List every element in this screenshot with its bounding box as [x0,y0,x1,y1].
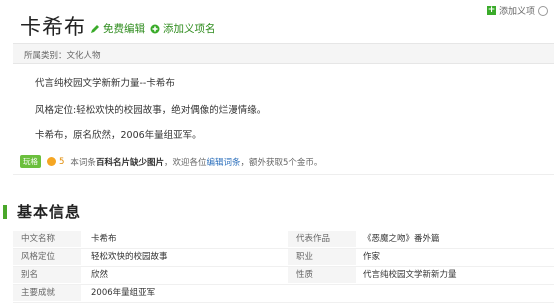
info-value: 代言纯校园文学新新力量 [363,270,457,280]
notice-text-before: 本词条 [70,157,96,168]
info-value: 《恶魔之吻》番外篇 [363,234,440,244]
info-row: 别名 欣然 性质 代言纯校园文学新新力量 [13,267,554,285]
section-title: 基本信息 [17,203,82,221]
intro-paragraph-3: 卡希布，原名欣然，2006年量组亚军。 [35,130,202,141]
edit-entry-link[interactable]: 编辑词条 [206,156,240,168]
intro-paragraph-2: 风格定位:轻松欢快的校园故事，绝对偶像的烂漫情缘。 [35,105,267,116]
intro-paragraph-1: 代言纯校园文学新新力量--卡希布 [35,78,175,89]
notice-text-after: ，额外获取5个金币。 [240,157,323,168]
notice-bold-text: 百科名片缺少图片 [95,157,164,168]
category-text: 所属类别：文化人物 [24,51,101,61]
info-row: 风格定位 轻松欢快的校园故事 职业 作家 [13,249,554,267]
info-label: 主要成就 [13,285,81,302]
plus-icon: + [486,5,496,15]
info-value: 2006年量组亚军 [91,288,156,298]
coin-count: 5 [59,156,65,167]
row-divider [13,302,554,303]
pencil-icon [91,24,99,33]
edit-label: 免费编辑 [103,23,145,35]
info-label: 职业 [288,249,356,266]
section-marker [3,205,7,219]
missing-image-notice: 玩格 5 本词条 百科名片缺少图片 ，欢迎各位 编辑词条 ，额外获取5个金币。 [20,155,322,168]
coin-icon [47,157,56,166]
info-label: 风格定位 [13,249,81,266]
add-semantic-icon [150,24,160,33]
info-value: 轻松欢快的校园故事 [91,252,168,262]
add-item-link[interactable]: + 添加义项 [486,4,548,17]
info-row: 主要成就 2006年量组亚军 [13,285,554,303]
info-label: 中文名称 [13,231,81,248]
add-item-label: 添加义项 [498,7,535,17]
add-semantic-label: 添加义项名 [163,23,216,35]
add-semantic-button[interactable]: 添加义项名 [150,21,216,36]
divider [13,174,554,175]
task-badge: 玩格 [20,155,41,168]
notice-text-middle: ，欢迎各位 [163,157,207,168]
info-label: 别名 [13,267,81,284]
info-value: 作家 [363,252,381,262]
edit-button[interactable]: 免费编辑 [90,21,145,36]
info-value: 欣然 [91,270,109,280]
info-row: 中文名称 卡希布 代表作品 《恶魔之吻》番外篇 [13,231,554,249]
page-title: 卡希布 [20,15,86,39]
info-value: 卡希布 [91,234,117,244]
info-label: 代表作品 [288,231,356,248]
info-label: 性质 [288,267,356,284]
help-icon[interactable] [538,5,548,16]
